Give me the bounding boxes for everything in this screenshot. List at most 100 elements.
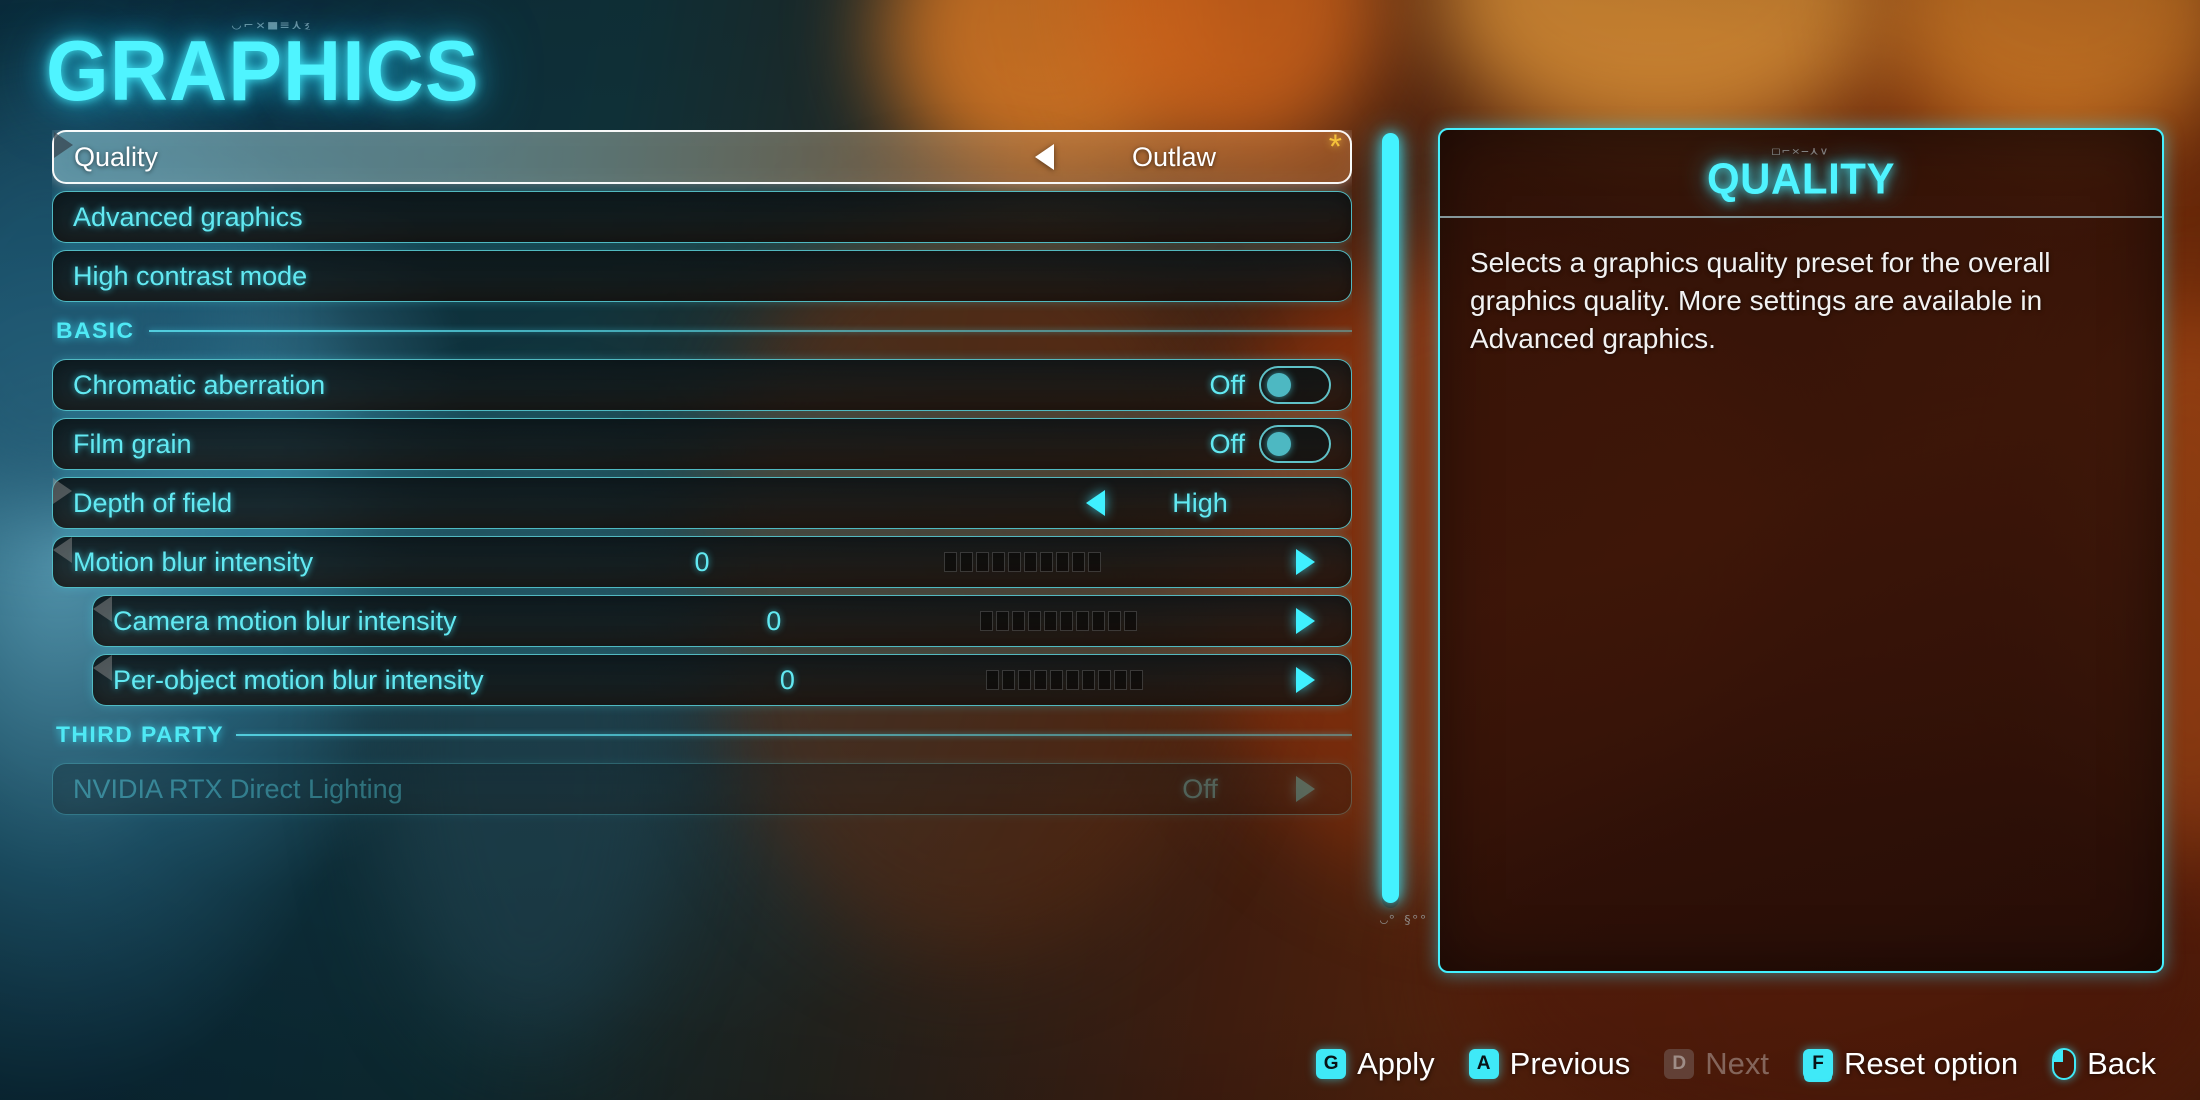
chevron-right-icon[interactable] <box>1295 608 1315 634</box>
slider-segment <box>1130 670 1144 690</box>
chevron-right-icon[interactable] <box>1295 667 1315 693</box>
slider-track[interactable] <box>943 552 1101 572</box>
slider-track[interactable] <box>986 670 1144 690</box>
setting-row-camera-motion-blur-intensity[interactable]: Camera motion blur intensity 0 <box>92 595 1352 647</box>
chevron-left-icon <box>53 537 72 563</box>
slider-track-area[interactable] <box>770 552 1275 572</box>
setting-label: Depth of field <box>73 487 233 518</box>
setting-row-high-contrast-mode[interactable]: High contrast mode <box>52 250 1352 302</box>
slider-segment <box>1098 670 1112 690</box>
setting-row-film-grain[interactable]: Film grain Off <box>52 418 1352 470</box>
setting-row-depth-of-field[interactable]: Depth of field High <box>52 477 1352 529</box>
toggle-knob <box>1267 373 1291 397</box>
list-bottom-fade <box>52 882 1352 940</box>
settings-scrollbar[interactable] <box>1382 133 1399 908</box>
slider-segment <box>1066 670 1080 690</box>
hint-label: Next <box>1705 1046 1770 1081</box>
slider-track-area[interactable] <box>855 670 1275 690</box>
hint-back[interactable]: Back <box>2052 1046 2156 1082</box>
arrow-right-slot[interactable] <box>1275 608 1335 634</box>
slider-segment <box>991 552 1005 572</box>
section-divider <box>235 734 1352 736</box>
setting-label: Chromatic aberration <box>73 369 326 400</box>
arrow-left-slot[interactable] <box>1065 490 1125 516</box>
key-badge: G <box>1316 1049 1347 1079</box>
setting-label: Per-object motion blur intensity <box>113 664 484 695</box>
setting-row-quality[interactable]: Quality Outlaw * <box>52 130 1352 184</box>
setting-label: Advanced graphics <box>73 201 303 232</box>
setting-value: High <box>1172 487 1228 518</box>
slider-segment <box>1075 611 1089 631</box>
chevron-right-icon <box>54 132 73 158</box>
slider-segment <box>943 552 957 572</box>
section-label: BASIC <box>56 318 135 343</box>
setting-value: Off <box>1209 428 1245 459</box>
button-hint-bar: G Apply A Previous D Next F Reset option Back <box>1316 1046 2156 1082</box>
slider-segment <box>1039 552 1053 572</box>
setting-row-nvidia-rtx-direct-lighting[interactable]: NVIDIA RTX Direct Lighting Off <box>52 763 1352 815</box>
slider-segment <box>1018 670 1032 690</box>
setting-label: Quality <box>74 141 159 172</box>
slider-segment <box>1055 552 1069 572</box>
hint-label: Back <box>2087 1046 2156 1081</box>
slider-segment <box>975 552 989 572</box>
slider-segment <box>1050 670 1064 690</box>
setting-row-advanced-graphics[interactable]: Advanced graphics <box>52 191 1352 243</box>
slider-segment <box>986 670 1000 690</box>
chevron-left-icon[interactable] <box>1034 144 1054 170</box>
hint-previous[interactable]: A Previous <box>1468 1046 1631 1082</box>
key-badge: D <box>1664 1049 1695 1079</box>
toggle-knob <box>1267 432 1291 456</box>
setting-label: Camera motion blur intensity <box>113 605 457 636</box>
arrow-right-slot[interactable] <box>1275 776 1335 802</box>
hint-label: Reset option <box>1844 1046 2019 1081</box>
hint-label: Previous <box>1509 1046 1631 1081</box>
chevron-right-icon[interactable] <box>1295 776 1315 802</box>
arrow-right-slot[interactable] <box>1275 667 1335 693</box>
slider-segment <box>1027 611 1041 631</box>
arrow-right-slot[interactable] <box>1275 549 1335 575</box>
section-header-basic: BASIC <box>56 309 1352 353</box>
slider-value: 0 <box>766 605 782 636</box>
mouse-left-click-icon <box>2052 1048 2077 1080</box>
slider-segment <box>1114 670 1128 690</box>
setting-row-chromatic-aberration[interactable]: Chromatic aberration Off <box>52 359 1352 411</box>
slider-segment <box>1011 611 1025 631</box>
slider-segment <box>1082 670 1096 690</box>
setting-value: Outlaw <box>1131 141 1217 172</box>
setting-row-per-object-motion-blur-intensity[interactable]: Per-object motion blur intensity 0 <box>92 654 1352 706</box>
chevron-left-icon <box>93 655 112 681</box>
hint-reset-option[interactable]: F Reset option <box>1803 1046 2018 1082</box>
slider-segment <box>1087 552 1101 572</box>
setting-value: Off <box>1209 369 1245 400</box>
slider-segment <box>1002 670 1016 690</box>
slider-segment <box>1007 552 1021 572</box>
chevron-left-icon[interactable] <box>1085 490 1105 516</box>
slider-value: 0 <box>779 664 795 695</box>
slider-track-area[interactable] <box>841 611 1275 631</box>
hint-apply[interactable]: G Apply <box>1316 1046 1435 1082</box>
slider-segment <box>1023 552 1037 572</box>
page-title: GRAPHICS <box>46 23 480 120</box>
arrow-left-slot[interactable] <box>1014 144 1074 170</box>
info-panel-title: QUALITY <box>1706 154 1895 204</box>
slider-track[interactable] <box>979 611 1137 631</box>
modified-marker-icon: * <box>1328 130 1342 166</box>
setting-value: Off <box>1182 773 1218 804</box>
settings-list[interactable]: Quality Outlaw * Advanced graphics High cont… <box>52 130 1352 940</box>
section-label: THIRD PARTY <box>56 722 225 747</box>
setting-label: NVIDIA RTX Direct Lighting <box>73 773 403 804</box>
setting-row-motion-blur-intensity[interactable]: Motion blur intensity 0 <box>52 536 1352 588</box>
scrollbar-thumb[interactable] <box>1382 133 1399 903</box>
slider-segment <box>1091 611 1105 631</box>
chevron-right-icon[interactable] <box>1295 549 1315 575</box>
info-panel-header: □⌐✕⎯⋏∨ QUALITY <box>1440 130 2162 204</box>
slider-segment <box>1059 611 1073 631</box>
section-divider <box>149 330 1352 332</box>
setting-label: Motion blur intensity <box>73 546 314 577</box>
toggle-switch[interactable] <box>1259 425 1331 463</box>
scrollbar-aurebesh-glyphs: ◡° §°° <box>1380 913 1427 928</box>
toggle-switch[interactable] <box>1259 366 1331 404</box>
slider-value: 0 <box>694 546 710 577</box>
hint-label: Apply <box>1357 1046 1435 1081</box>
